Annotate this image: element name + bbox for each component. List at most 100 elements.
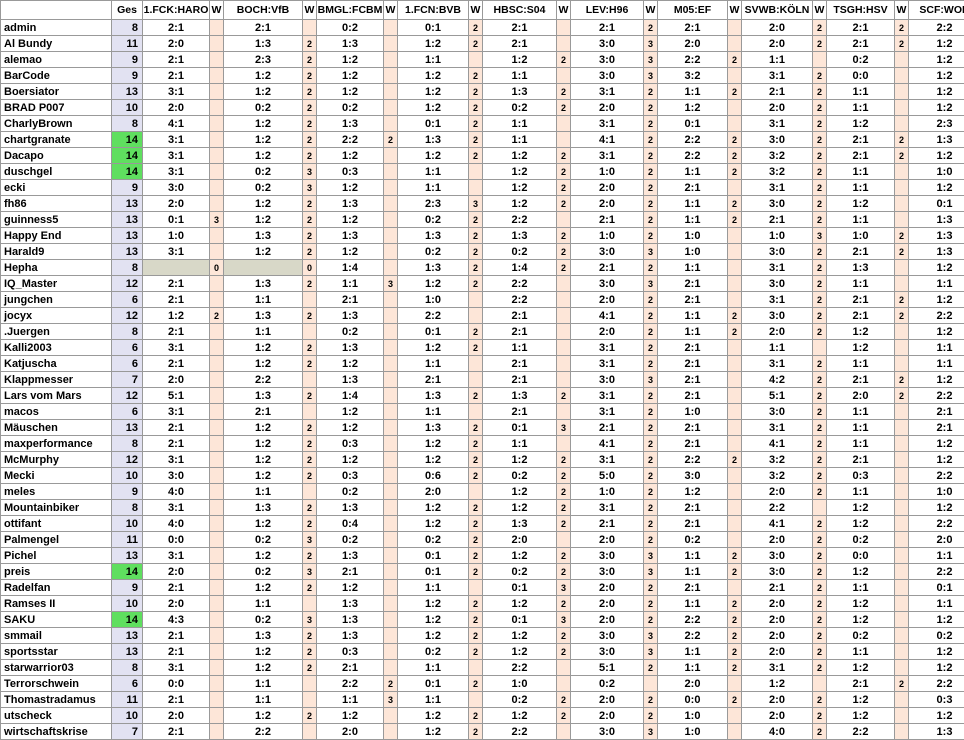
match-tip: 0:1 [657, 115, 728, 132]
match-tip: 3:1 [570, 355, 644, 372]
match-tip: 1:3 [908, 227, 964, 244]
match-tip: 1:2 [223, 339, 303, 356]
match-points: 2 [556, 499, 571, 516]
match-points [383, 467, 398, 484]
match-tip: 4:2 [741, 371, 813, 388]
match-points: 2 [812, 35, 827, 52]
match-tip: 2:2 [316, 675, 384, 692]
header-points: W [468, 0, 483, 20]
match-points: 2 [302, 35, 317, 52]
table-row: Klappmesser 7 2:0 2:2 1:3 2:1 2:1 3:0 3 2:1 4:2 2 2:… [0, 371, 964, 388]
match-points: 2 [302, 643, 317, 660]
match-tip: 3:1 [741, 659, 813, 676]
match-points: 2 [727, 83, 742, 100]
match-tip: 1:2 [223, 355, 303, 372]
match-tip: 0:2 [223, 99, 303, 116]
match-tip: 1:2 [657, 99, 728, 116]
match-tip: 2:1 [826, 291, 895, 308]
player-name: Terrorschwein [0, 675, 112, 692]
match-tip: 2:1 [657, 579, 728, 596]
match-points: 3 [812, 227, 827, 244]
match-tip: 1:2 [908, 291, 964, 308]
match-points [727, 291, 742, 308]
match-tip: 1:2 [908, 83, 964, 100]
match-tip: 0:2 [397, 643, 469, 660]
match-tip: 2:2 [657, 451, 728, 468]
total-points: 13 [111, 195, 143, 212]
match-points: 2 [556, 243, 571, 260]
match-points: 2 [727, 51, 742, 68]
match-tip: 0:2 [316, 19, 384, 36]
match-tip: 1:3 [316, 227, 384, 244]
match-tip: 2:2 [657, 627, 728, 644]
match-points: 2 [643, 131, 658, 148]
match-points: 2 [468, 339, 483, 356]
match-tip: 1:2 [397, 723, 469, 740]
match-points: 2 [643, 291, 658, 308]
match-tip: 3:1 [142, 131, 210, 148]
match-points [894, 195, 909, 212]
match-points: 2 [727, 451, 742, 468]
match-tip: 1:1 [397, 659, 469, 676]
match-points [894, 547, 909, 564]
match-tip: 2:0 [741, 531, 813, 548]
match-tip: 1:3 [223, 307, 303, 324]
match-tip: 0:2 [482, 99, 557, 116]
match-points [894, 99, 909, 116]
match-points [556, 211, 571, 228]
match-points: 2 [302, 99, 317, 116]
match-tip: 1:2 [223, 451, 303, 468]
match-points [727, 419, 742, 436]
match-points [727, 675, 742, 692]
player-name: SAKU [0, 611, 112, 628]
match-tip: 2:1 [570, 19, 644, 36]
match-points [468, 371, 483, 388]
total-points: 8 [111, 259, 143, 276]
match-tip: 1:2 [482, 643, 557, 660]
match-points: 2 [812, 323, 827, 340]
match-tip: 2:1 [826, 675, 895, 692]
match-points: 0 [302, 259, 317, 276]
match-points: 2 [556, 147, 571, 164]
match-tip: 0:2 [223, 531, 303, 548]
match-tip: 1:1 [908, 339, 964, 356]
match-points [894, 563, 909, 580]
match-tip: 3:1 [741, 355, 813, 372]
match-tip: 1:1 [397, 403, 469, 420]
match-tip: 1:2 [397, 275, 469, 292]
match-tip: 1:2 [482, 547, 557, 564]
match-tip: 2:0 [570, 579, 644, 596]
match-tip: 1:2 [826, 515, 895, 532]
total-points: 13 [111, 227, 143, 244]
match-points: 2 [302, 115, 317, 132]
match-tip: 1:1 [657, 259, 728, 276]
match-tip: 1:1 [397, 691, 469, 708]
total-points: 9 [111, 179, 143, 196]
player-name: guinness5 [0, 211, 112, 228]
match-tip: 1:3 [223, 387, 303, 404]
player-name: Mäuschen [0, 419, 112, 436]
match-tip: 0:2 [223, 563, 303, 580]
match-tip: 0:3 [316, 163, 384, 180]
match-tip: 1:2 [223, 243, 303, 260]
match-tip: 1:2 [223, 147, 303, 164]
match-points: 3 [383, 691, 398, 708]
total-points: 8 [111, 435, 143, 452]
match-points: 3 [556, 419, 571, 436]
match-points: 2 [643, 691, 658, 708]
match-points [894, 643, 909, 660]
match-points [209, 195, 224, 212]
match-tip: 1:2 [908, 147, 964, 164]
match-tip: 3:0 [741, 547, 813, 564]
player-name: BRAD P007 [0, 99, 112, 116]
match-tip: 1:3 [316, 611, 384, 628]
match-tip: 1:3 [397, 387, 469, 404]
match-tip: 2:2 [482, 275, 557, 292]
player-name: starwarrior03 [0, 659, 112, 676]
match-tip: 1:1 [397, 355, 469, 372]
match-tip: 4:0 [741, 723, 813, 740]
player-name: Lars vom Mars [0, 387, 112, 404]
total-points: 14 [111, 563, 143, 580]
player-name: admin [0, 19, 112, 36]
match-points: 0 [209, 259, 224, 276]
